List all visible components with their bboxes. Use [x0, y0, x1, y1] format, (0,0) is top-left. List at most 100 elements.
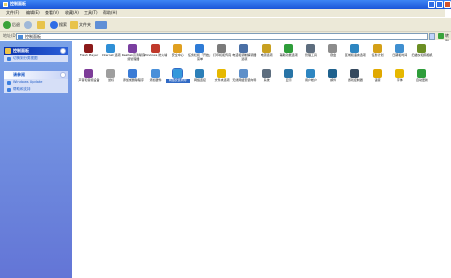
- control-panel-item-icon: [106, 44, 116, 53]
- control-panel-item[interactable]: 游戏控制器: [344, 69, 366, 91]
- close-button[interactable]: [444, 1, 451, 8]
- control-panel-item[interactable]: Realtek高清晰音频管理器: [122, 44, 145, 66]
- menu-file[interactable]: 文件(F): [6, 10, 19, 16]
- control-panel-item[interactable]: 网络安装向导: [165, 68, 190, 91]
- control-panel-item-label: 字体: [396, 78, 403, 82]
- control-panel-item-label: 鼠标: [108, 78, 115, 82]
- go-arrow-icon[interactable]: [438, 33, 444, 39]
- switch-to-category-view-link[interactable]: 切换到分类视图: [4, 55, 68, 62]
- title-bar[interactable]: 控制面板: [0, 0, 451, 9]
- control-panel-item[interactable]: 辅助功能选项: [278, 44, 300, 66]
- see-also-title: 请参阅: [13, 72, 25, 77]
- control-panel-item[interactable]: 语音: [367, 69, 389, 91]
- control-panel-item-label: Flash Player: [79, 53, 99, 57]
- control-panel-item[interactable]: 添加硬件: [145, 69, 167, 91]
- control-panel-item-label: 安全中心: [171, 53, 184, 57]
- control-panel-item[interactable]: 声音和音频设备: [78, 69, 100, 91]
- control-panel-item[interactable]: 任务栏和「开始」菜单: [188, 44, 213, 66]
- control-panel-item[interactable]: 自动更新: [411, 69, 433, 91]
- control-panel-item[interactable]: 用户帐户: [300, 69, 322, 91]
- control-panel-item-label: 语音: [374, 78, 381, 82]
- control-panel-item[interactable]: 电源选项: [256, 44, 278, 66]
- control-panel-item-label: 打印机和传真: [213, 53, 232, 57]
- control-panel-item-label: 声音和音频设备: [78, 78, 100, 82]
- help-and-support-link[interactable]: 帮助和支持: [4, 86, 68, 93]
- control-panel-item-label: Windows 防火墙: [143, 53, 168, 57]
- control-panel-item-label: 管理工具: [304, 53, 317, 57]
- control-panel-item-icon: [283, 69, 293, 78]
- control-panel-item-label: 系统: [263, 78, 270, 82]
- see-also-task-box: 请参阅 Windows Update 帮助和支持: [4, 71, 68, 93]
- forward-arrow-icon[interactable]: [24, 21, 32, 29]
- windows-update-icon: [7, 81, 11, 85]
- control-panel-item[interactable]: 任务计划: [367, 44, 389, 66]
- category-view-icon: [7, 57, 11, 61]
- back-button-label[interactable]: 后退: [12, 20, 20, 30]
- minimize-button[interactable]: [428, 1, 435, 8]
- see-also-task-header[interactable]: 请参阅: [4, 71, 68, 79]
- control-panel-item[interactable]: 显示: [278, 69, 300, 91]
- control-panel-item[interactable]: 添加或删除程序: [122, 69, 144, 91]
- windows-update-link[interactable]: Windows Update: [4, 79, 68, 86]
- maximize-button[interactable]: [436, 1, 443, 8]
- control-panel-item-icon: [306, 44, 315, 53]
- control-panel-item-label: 电源选项: [260, 53, 273, 57]
- control-panel-item[interactable]: 鼠标: [100, 69, 122, 91]
- control-panel-header-icon: [5, 48, 11, 54]
- control-panel-item-label: 键盘: [330, 53, 337, 57]
- help-icon: [7, 88, 11, 92]
- back-arrow-icon[interactable]: [3, 21, 11, 29]
- control-panel-item[interactable]: Internet 选项: [100, 44, 122, 66]
- views-icon[interactable]: [95, 21, 107, 29]
- control-panel-item-icon: [372, 69, 382, 78]
- control-panel-item[interactable]: 系统: [256, 69, 278, 91]
- control-panel-task-header[interactable]: 控制面板: [4, 47, 68, 55]
- menu-edit[interactable]: 编辑(E): [26, 10, 40, 16]
- control-panel-item-icon: [328, 69, 338, 78]
- address-dropdown-button[interactable]: [429, 33, 435, 40]
- control-panel-item-icon: [106, 69, 116, 78]
- control-panel-item-icon: [372, 44, 382, 53]
- control-panel-item[interactable]: 无线网络安装向导: [232, 69, 256, 91]
- control-panel-item[interactable]: Windows 防火墙: [143, 44, 168, 66]
- control-panel-item[interactable]: Flash Player: [78, 44, 100, 66]
- control-panel-item-icon: [217, 69, 227, 78]
- control-panel-item-label: 任务栏和「开始」菜单: [188, 53, 213, 61]
- control-panel-item-label: Internet 选项: [101, 53, 121, 57]
- control-panel-item[interactable]: 文件夹选项: [211, 69, 233, 91]
- search-icon[interactable]: [50, 21, 58, 29]
- control-panel-item[interactable]: 日期和时间: [389, 44, 411, 66]
- control-panel-item-label: 添加硬件: [149, 78, 162, 82]
- address-field[interactable]: 控制面板: [16, 33, 428, 40]
- folders-button-label[interactable]: 文件夹: [79, 20, 91, 30]
- menu-help[interactable]: 帮助(H): [103, 10, 117, 16]
- up-folder-icon[interactable]: [37, 21, 45, 29]
- windows-logo-icon: [445, 9, 451, 17]
- control-panel-item-icon: [239, 69, 249, 78]
- control-panel-item[interactable]: 字体: [389, 69, 411, 91]
- collapse-chevron-icon[interactable]: [60, 72, 66, 78]
- control-panel-item[interactable]: 电话和调制解调器选项: [232, 44, 256, 66]
- control-panel-item[interactable]: 区域和语言选项: [344, 44, 366, 66]
- control-panel-item[interactable]: 邮件: [322, 69, 344, 91]
- control-panel-item-icon: [150, 69, 160, 78]
- search-button-label[interactable]: 搜索: [59, 20, 67, 30]
- windows-update-label: Windows Update: [13, 80, 43, 84]
- control-panel-item[interactable]: 键盘: [322, 44, 344, 66]
- task-pane: 控制面板 切换到分类视图 请参阅 Windows Update 帮助和支持: [0, 41, 72, 278]
- menu-view[interactable]: 查看(V): [45, 10, 59, 16]
- control-panel-item[interactable]: 扫描仪和照相机: [411, 44, 433, 66]
- control-panel-item[interactable]: 管理工具: [300, 44, 322, 66]
- control-panel-item-icon: [417, 69, 426, 78]
- control-panel-item-label: 扫描仪和照相机: [411, 53, 433, 57]
- control-panel-item[interactable]: 打印机和传真: [211, 44, 233, 66]
- menu-tools[interactable]: 工具(T): [84, 10, 98, 16]
- control-panel-item[interactable]: 安全中心: [167, 44, 189, 66]
- menu-favorites[interactable]: 收藏(A): [65, 10, 79, 16]
- control-panel-item[interactable]: 网络连接: [189, 69, 211, 91]
- control-panel-item-icon: [283, 44, 293, 53]
- help-and-support-label: 帮助和支持: [13, 87, 31, 91]
- collapse-chevron-icon[interactable]: [60, 48, 66, 54]
- folders-icon[interactable]: [70, 21, 78, 29]
- control-panel-item-icon: [195, 69, 204, 78]
